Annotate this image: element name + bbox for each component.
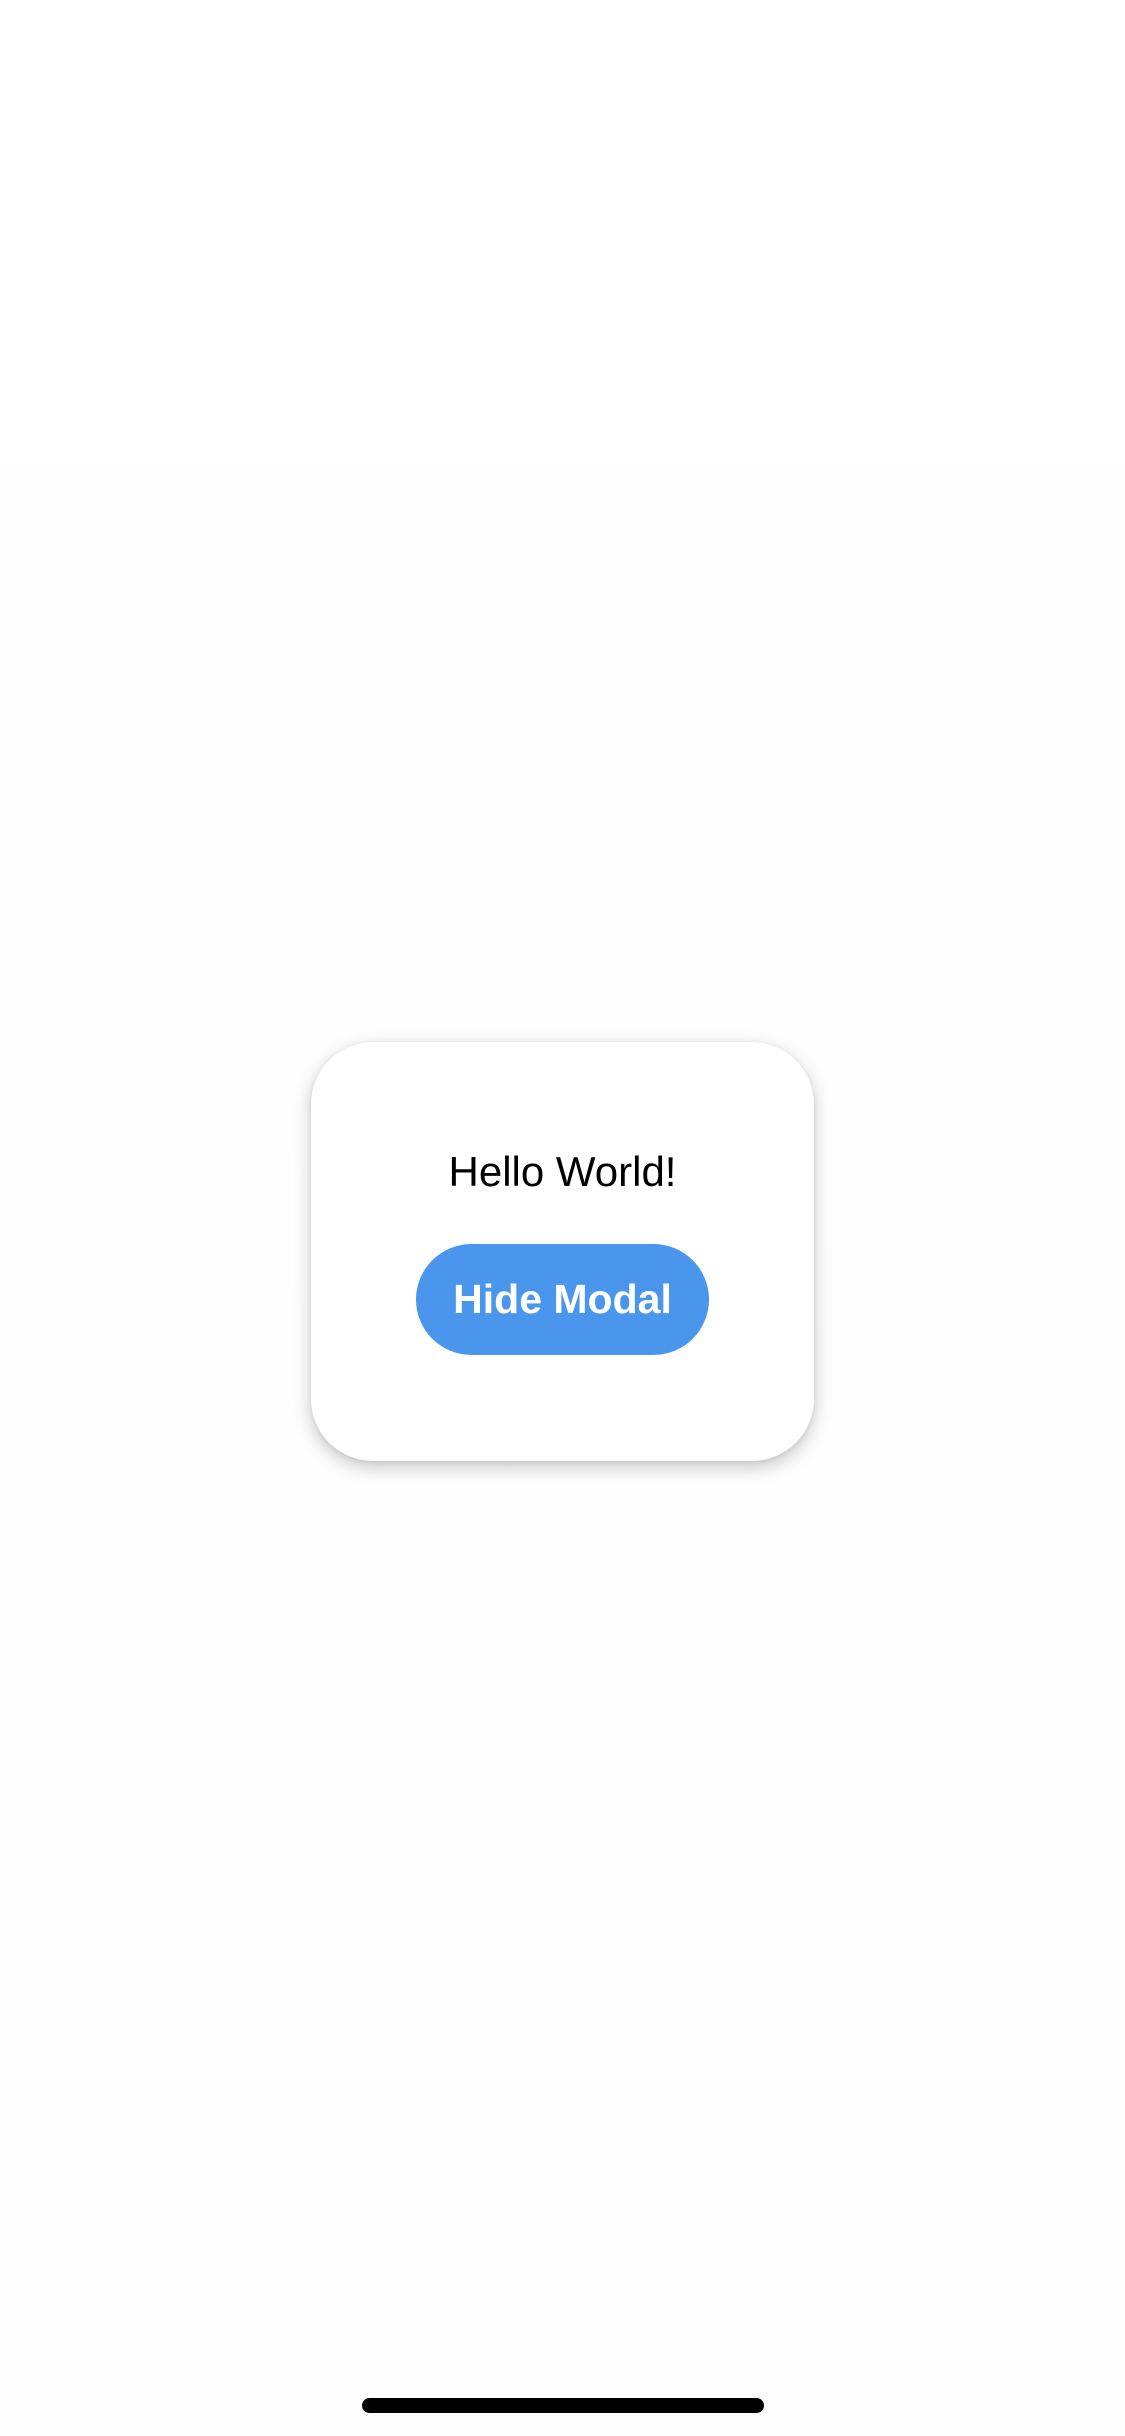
app-screen: Hello World! Hide Modal	[0, 0, 1125, 2436]
modal-message: Hello World!	[448, 1148, 677, 1195]
hide-modal-button[interactable]: Hide Modal	[416, 1244, 709, 1355]
modal-dialog: Hello World! Hide Modal	[311, 1042, 814, 1461]
home-indicator[interactable]	[362, 2398, 764, 2413]
